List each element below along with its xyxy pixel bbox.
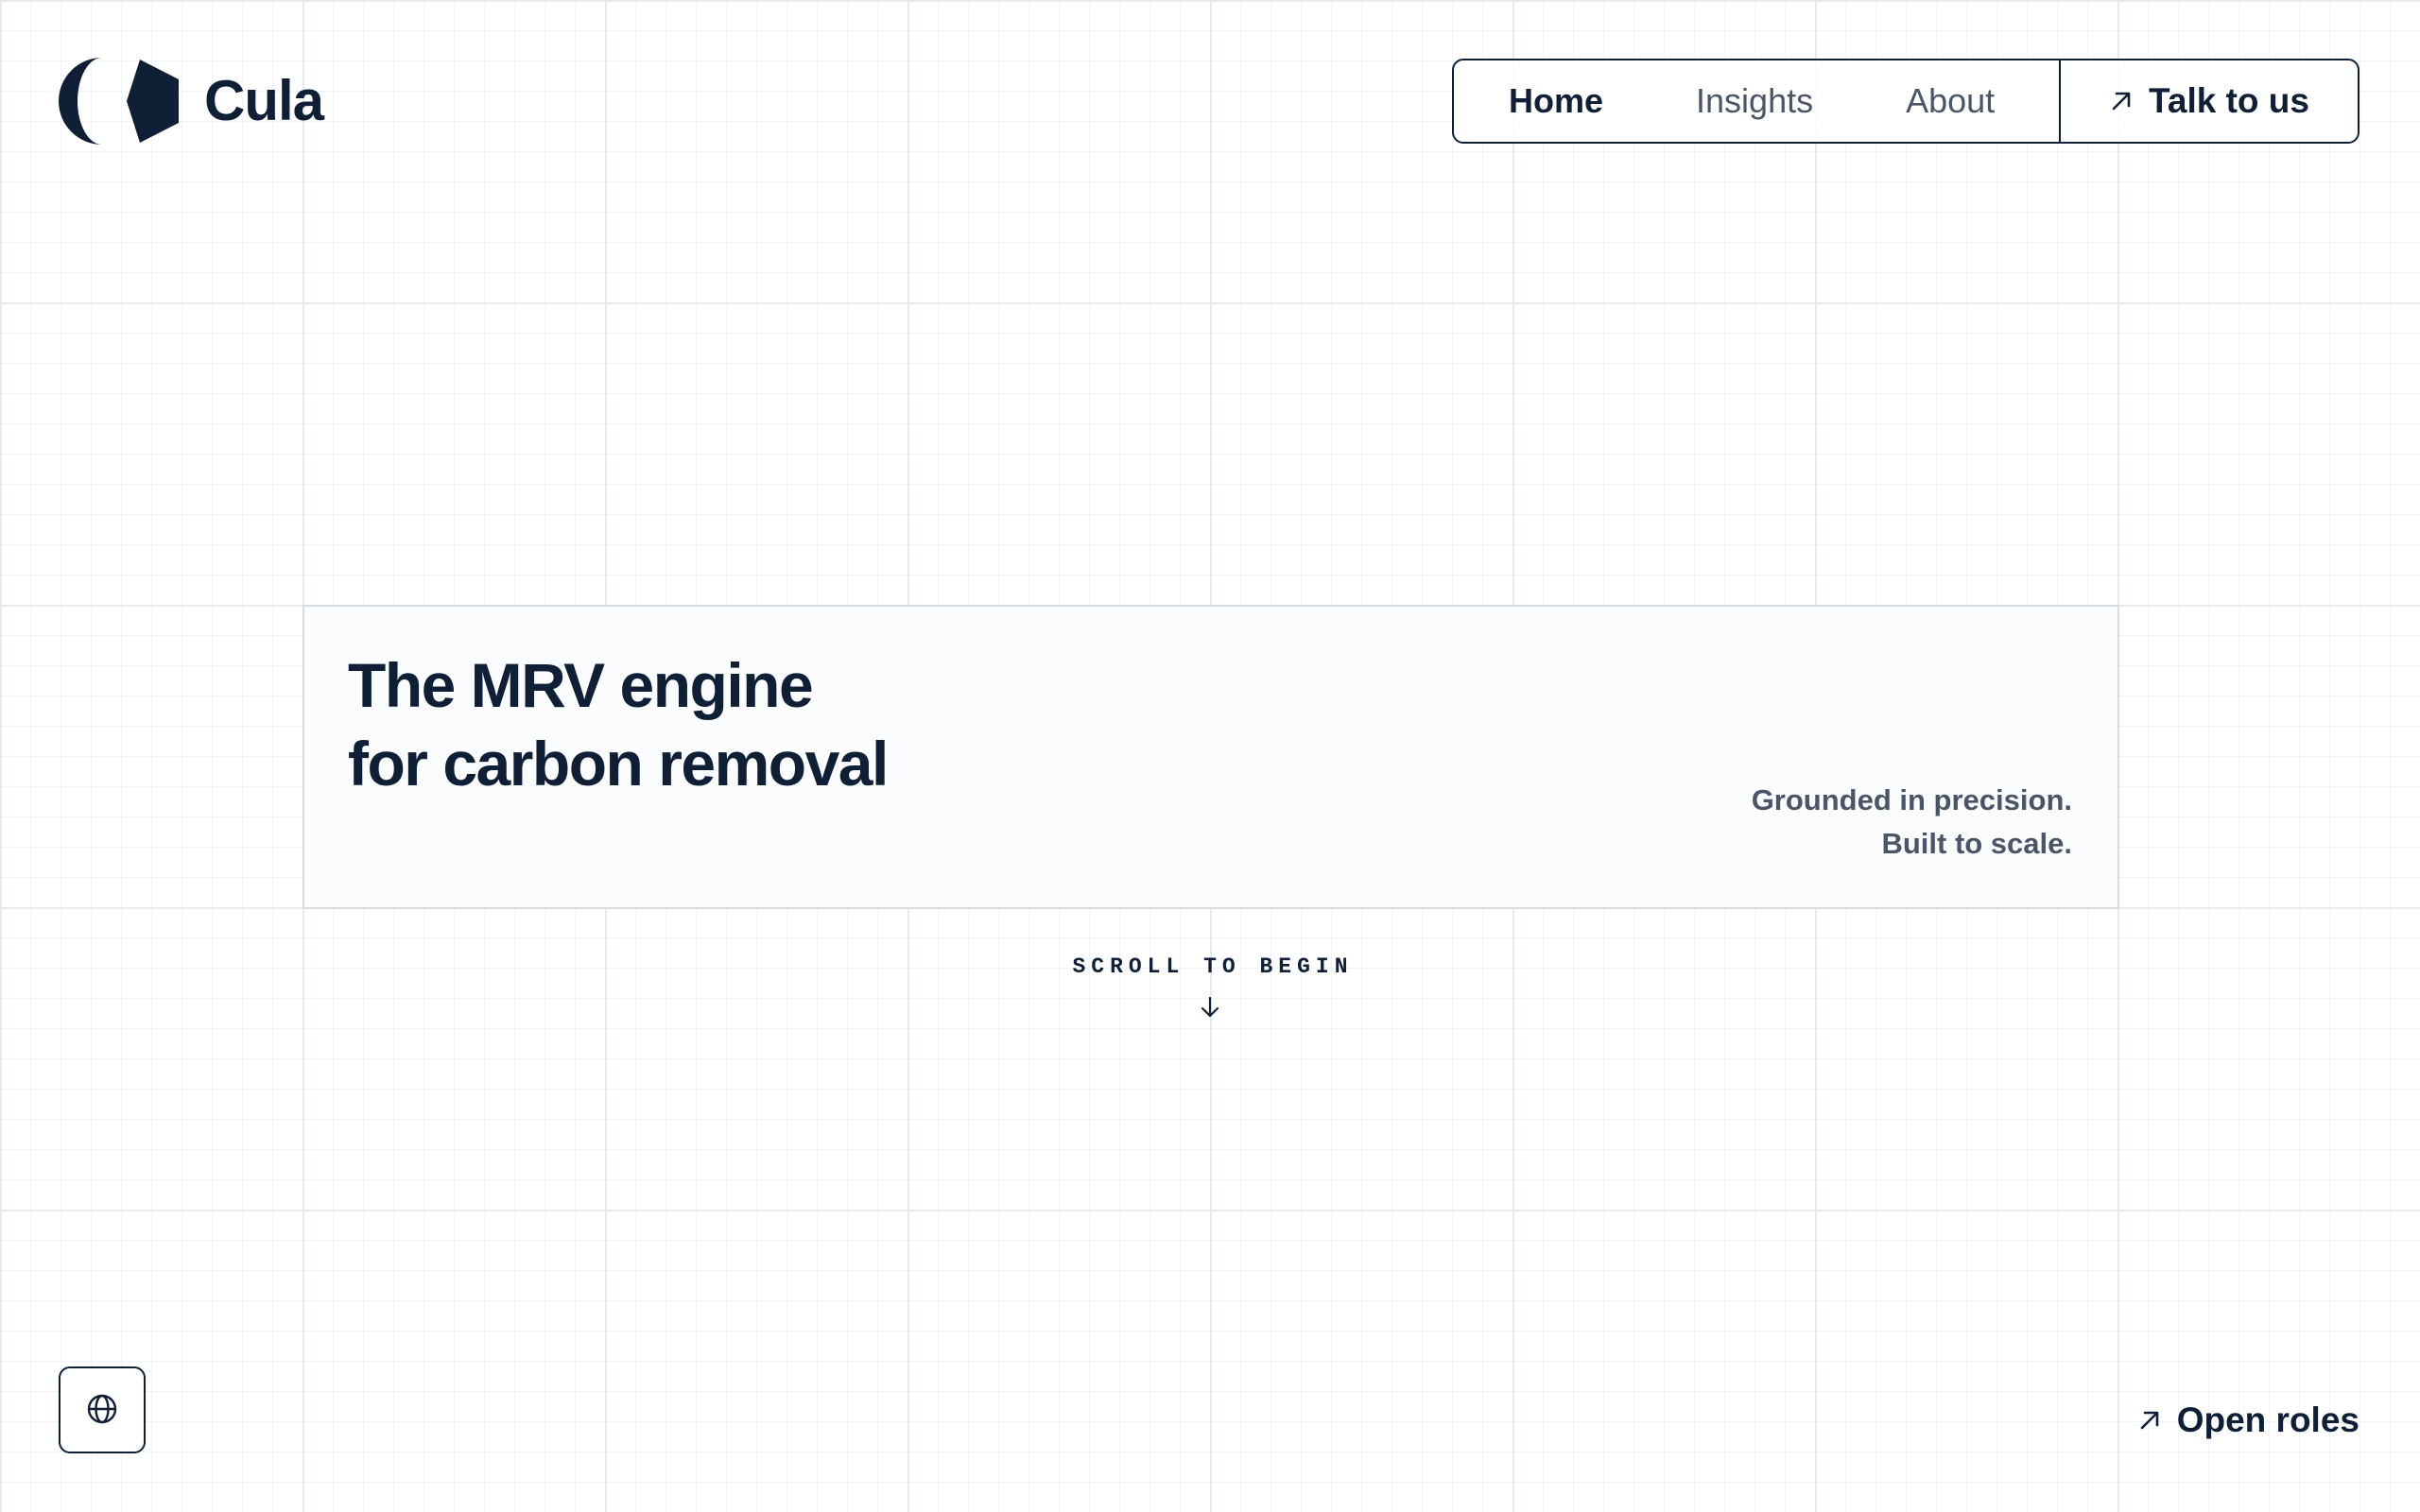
scroll-indicator[interactable]: SCROLL TO BEGIN: [1021, 954, 1399, 1019]
hero-title-line-1: The MRV engine: [348, 650, 814, 720]
logo-link[interactable]: Cula: [59, 58, 324, 145]
cula-logo-icon: [59, 58, 182, 145]
hero-tagline-line-2: Built to scale.: [1881, 827, 2072, 860]
globe-icon: [86, 1393, 118, 1428]
nav-link-home[interactable]: Home: [1509, 81, 1603, 121]
arrow-up-right-icon: [2137, 1408, 2162, 1433]
nav-link-about[interactable]: About: [1906, 81, 1995, 121]
talk-to-us-button[interactable]: Talk to us: [2059, 60, 2358, 142]
hero-card: The MRV engine for carbon removal Ground…: [302, 605, 2119, 909]
brand-name: Cula: [204, 69, 324, 132]
scroll-label: SCROLL TO BEGIN: [1072, 954, 1354, 979]
hero-title: The MRV engine for carbon removal: [348, 646, 889, 803]
open-roles-link[interactable]: Open roles: [2137, 1400, 2360, 1440]
hero-title-line-2: for carbon removal: [348, 729, 889, 799]
hero-tagline-line-1: Grounded in precision.: [1751, 783, 2072, 816]
arrow-up-right-icon: [2109, 89, 2134, 113]
main-nav: Home Insights About Talk to us: [1452, 59, 2360, 144]
nav-link-insights[interactable]: Insights: [1696, 81, 1813, 121]
open-roles-label: Open roles: [2176, 1400, 2360, 1439]
language-button[interactable]: [59, 1366, 146, 1453]
arrow-down-icon: [1199, 996, 1221, 1019]
hero-tagline: Grounded in precision. Built to scale.: [1752, 779, 2072, 866]
talk-to-us-label: Talk to us: [2149, 81, 2309, 120]
nav-links: Home Insights About: [1454, 60, 2059, 142]
